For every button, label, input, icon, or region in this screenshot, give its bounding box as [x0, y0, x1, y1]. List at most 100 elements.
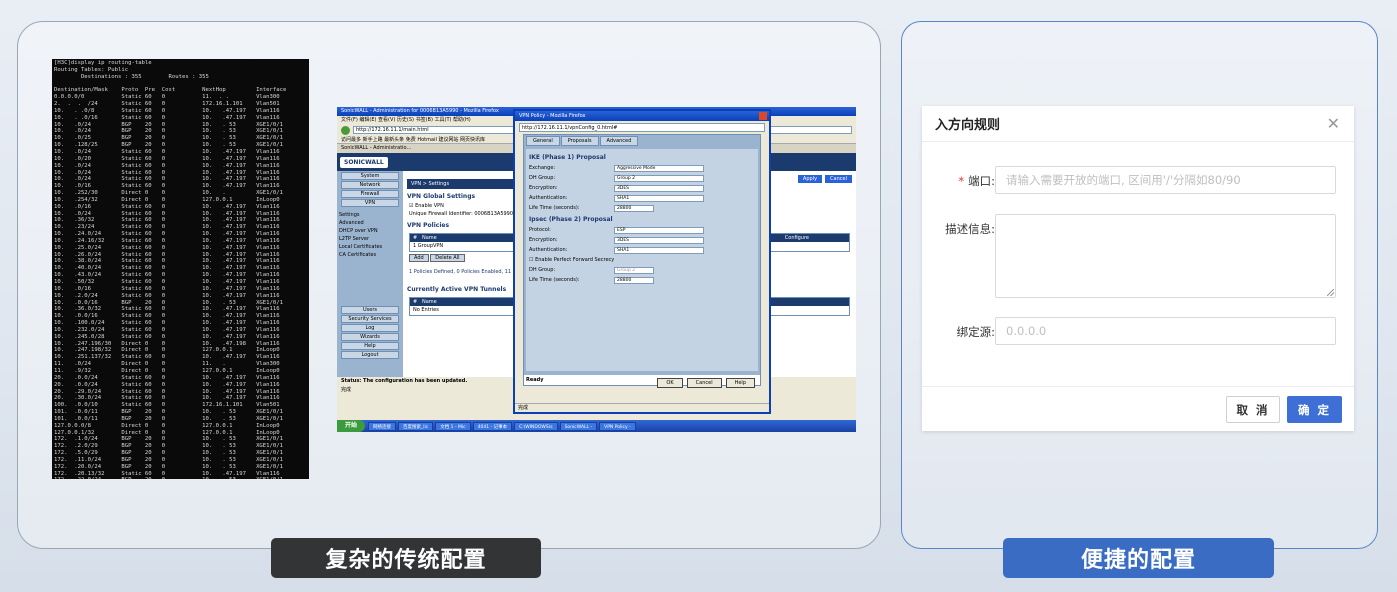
- terminal-row: 11. .9/32 Direct 0 0 127.0.0.1 InLoop0: [54, 367, 280, 374]
- ike-field-label: Authentication:: [529, 195, 568, 201]
- nav-bottom-button: Wizards: [341, 333, 399, 341]
- terminal-row: 172. .11.0/24 BGP 20 0 10. . 53 XGE1/0/1: [54, 456, 284, 463]
- terminal-row: 10. .0.0/16 Static 60 0 10. .47.197 Vlan…: [54, 313, 280, 320]
- description-textarea[interactable]: [995, 214, 1336, 298]
- terminal-row: 10. .247.198/32 Direct 0 0 127.0.0.1 InL…: [54, 347, 280, 354]
- terminal-row: 10. .254/32 Direct 0 0 127.0.0.1 InLoop0: [54, 196, 280, 203]
- terminal-row: 20. .0.0/24 Static 60 0 10. .47.197 Vlan…: [54, 381, 280, 388]
- popup-done: 完成: [515, 403, 769, 412]
- nav-bottom-button: Security Services: [341, 315, 399, 323]
- terminal-row: 10. .38.0/24 Static 60 0 10. .47.197 Vla…: [54, 258, 280, 265]
- taskbar-item: SonicWALL -: [559, 421, 598, 431]
- nav-bottom-button: Log: [341, 324, 399, 332]
- nav-button: Network: [341, 181, 399, 189]
- nav-tree-item: L2TP Server: [339, 236, 370, 242]
- popup-cancel-button: Cancel: [686, 378, 722, 388]
- caption-convenient: 便捷的配置: [1003, 538, 1274, 578]
- terminal-row: 10. .247.196/30 Direct 0 0 10. .47.198 V…: [54, 340, 280, 347]
- resize-grip-icon[interactable]: [1327, 289, 1334, 296]
- terminal-row: 10. .2.0/24 Static 60 0 10. .47.197 Vlan…: [54, 292, 280, 299]
- terminal-row: 172. .5.0/29 BGP 20 0 10. . 53 XGE1/0/1: [54, 450, 284, 457]
- terminal-row: 172. .20.13/32 Static 60 0 10. .47.197 V…: [54, 470, 280, 477]
- terminal-row: 172. .2.0/29 BGP 20 0 10. . 53 XGE1/0/1: [54, 443, 284, 450]
- terminal-row: 10. .23/24 Static 60 0 10. .47.197 Vlan1…: [54, 224, 280, 231]
- description-row: 描述信息:: [922, 214, 1354, 298]
- nav-bottom-button: Help: [341, 342, 399, 350]
- terminal-columns: Destination/Mask Proto Pre Cost NextHop …: [54, 87, 287, 94]
- nav-tree-item: Local Certificates: [339, 244, 383, 250]
- ipsec-field: Encryption: 3DES: [529, 235, 755, 245]
- nav-button: VPN: [341, 199, 399, 207]
- terminal-row: 100. .0.0/10 Static 60 0 172.16.1.101 Vl…: [54, 402, 280, 409]
- terminal-row: 172. .20.0/24 BGP 20 0 10. . 53 XGE1/0/1: [54, 463, 284, 470]
- ipsec-title: Ipsec (Phase 2) Proposal: [529, 216, 613, 223]
- ipsec-field-select: SHA1: [614, 246, 704, 254]
- ipsec-field: Protocol: ESP: [529, 225, 755, 235]
- popup-tab: Advanced: [599, 136, 639, 146]
- nav-tree-item: Settings: [339, 212, 360, 218]
- terminal-row: 10. . .0/16 Static 60 0 10. .47.197 Vlan…: [54, 114, 280, 121]
- terminal-row: 10. .0/25 BGP 20 0 10. . 53 XGE1/0/1: [54, 135, 284, 142]
- dh-group-select: Group 2: [614, 266, 654, 274]
- ike-field: Authentication: SHA1: [529, 193, 755, 203]
- vpn-policy-popup: VPN Policy - Mozilla Firefox http://172.…: [513, 109, 771, 414]
- taskbar-item: VPN Policy -: [599, 421, 636, 431]
- inbound-rule-dialog: 入方向规则 ✕ * 端口: 请输入需要开放的端口, 区间用'/'分隔如80/90 …: [922, 106, 1354, 431]
- delete-all-button: Delete All: [430, 254, 465, 262]
- terminal-row: 10. .0/16 Static 60 0 10. .47.197 Vlan11…: [54, 285, 280, 292]
- terminal-row: 11. .0/24 Direct 0 0 11. . Vlan300: [54, 361, 280, 368]
- terminal-row: 10. .50/32 Static 60 0 10. .47.197 Vlan1…: [54, 279, 280, 285]
- nav-button: System: [341, 172, 399, 180]
- taskbar-item: 网络连接: [368, 421, 397, 431]
- terminal-row: 20. .0.0/24 Static 60 0 10. .47.197 Vlan…: [54, 374, 280, 381]
- ike-field-label: Exchange:: [529, 165, 556, 171]
- terminal-row: 10. .43.0/24 Static 60 0 10. .47.197 Vla…: [54, 272, 280, 279]
- port-input[interactable]: 请输入需要开放的端口, 区间用'/'分隔如80/90: [995, 166, 1336, 194]
- terminal-row: 10. .0/16 Static 60 0 10. .47.197 Vlan11…: [54, 183, 280, 190]
- ike-field-select: 3DES: [614, 184, 704, 192]
- source-row: 绑定源: 0.0.0.0: [922, 317, 1354, 345]
- terminal-row: 10. .0/24 Static 60 0 10. .47.197 Vlan11…: [54, 162, 280, 169]
- pfs-checkbox: ☐ Enable Perfect Forward Secrecy: [529, 257, 615, 263]
- description-label: 描述信息:: [945, 222, 995, 236]
- close-icon[interactable]: ✕: [1327, 115, 1340, 132]
- terminal-row: 10. .0/24 Static 60 0 10. .47.197 Vlan11…: [54, 148, 280, 155]
- caption-traditional: 复杂的传统配置: [271, 538, 541, 578]
- apply-button: Apply: [797, 175, 823, 183]
- terminal-row: 20. .30.0/24 Static 60 0 10. .47.197 Vla…: [54, 395, 280, 402]
- nav-tree-item: CA Certificates: [339, 252, 377, 258]
- port-row: * 端口: 请输入需要开放的端口, 区间用'/'分隔如80/90: [922, 166, 1354, 194]
- terminal-row: 10. .251.137/32 Static 60 0 10. .47.197 …: [54, 354, 280, 361]
- ipsec-lifetime: 28800: [614, 276, 654, 284]
- nav-bottom-button: Users: [341, 306, 399, 314]
- source-label: 绑定源:: [956, 325, 995, 339]
- cancel-button[interactable]: 取 消: [1226, 396, 1280, 423]
- terminal-row: 10. .0/24 Static 60 0 10. .47.197 Vlan11…: [54, 169, 280, 176]
- popup-url: http://172.16.11.1/vpnConfig_0.html#: [519, 123, 765, 132]
- terminal-row: 10. .232.0/24 Static 60 0 10. .47.197 Vl…: [54, 326, 280, 333]
- taskbar-item: 百度搜索_lic: [398, 421, 434, 431]
- terminal-row: 10. .0/24 BGP 20 0 10. . 53 XGE1/0/1: [54, 121, 284, 128]
- routing-table-terminal: [H3C]display ip routing-table Routing Ta…: [52, 59, 309, 479]
- terminal-row: 10. .0.0/16 BGP 20 0 10. . 53 XGE1/0/1: [54, 299, 284, 306]
- taskbar-item: C:\WINDOWS\s: [514, 421, 558, 431]
- nav-bottom-button: Logout: [341, 351, 399, 359]
- terminal-row: 10. .0/20 Static 60 0 10. .47.197 Vlan11…: [54, 155, 280, 162]
- taskbar-item: 文档 1 - Mic: [435, 421, 471, 431]
- terminal-row: 10. .36/32 Static 60 0 10. .47.197 Vlan1…: [54, 217, 280, 224]
- popup-tab: Proposals: [560, 136, 599, 146]
- nav-tree-item: Advanced: [339, 220, 364, 226]
- terminal-row: 2. . . /24 Static 60 0 172.16.1.101 Vlan…: [54, 101, 280, 108]
- terminal-row: 10. .24.16/32 Static 60 0 10. .47.197 Vl…: [54, 237, 280, 244]
- confirm-button[interactable]: 确 定: [1287, 396, 1342, 423]
- terminal-row: 10. . .0/8 Static 60 0 10. .47.197 Vlan1…: [54, 107, 280, 114]
- close-icon: [759, 112, 767, 120]
- start-button: 开始: [337, 420, 366, 432]
- terminal-row: 127.0.0.1/32 Direct 0 0 127.0.0.1 InLoop…: [54, 429, 280, 436]
- dialog-title: 入方向规则: [935, 118, 1001, 133]
- terminal-row: 10. .0/24 BGP 20 0 10. . 53 XGE1/0/1: [54, 128, 284, 135]
- terminal-row: 172. .22.0/24 BGP 20 0 10. . 53 XGE1/0/1: [54, 477, 307, 479]
- source-input[interactable]: 0.0.0.0: [995, 317, 1336, 345]
- terminal-row: 10. .0/16 Static 60 0 10. .47.197 Vlan11…: [54, 203, 280, 210]
- terminal-row: 10. .25.0/24 Static 60 0 10. .47.197 Vla…: [54, 244, 280, 251]
